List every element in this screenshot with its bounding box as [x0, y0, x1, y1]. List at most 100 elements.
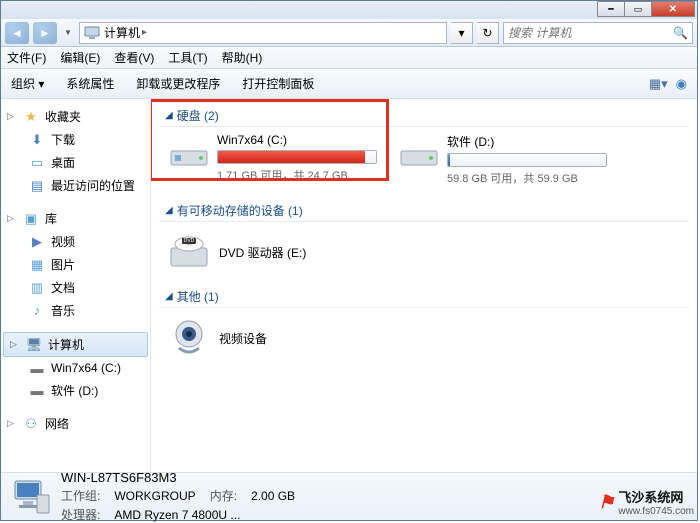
nav-history-dropdown[interactable]: ▼: [61, 22, 75, 44]
forward-button[interactable]: ►: [33, 22, 57, 44]
sidebar-item-label: 视频: [51, 233, 75, 250]
search-input[interactable]: [508, 26, 669, 40]
sidebar-item-label: 音乐: [51, 302, 75, 319]
video-device[interactable]: 视频设备: [159, 314, 689, 362]
hard-drive-icon: [399, 133, 439, 173]
webcam-icon: [169, 318, 209, 358]
section-other[interactable]: ◢ 其他 (1): [159, 284, 689, 308]
sidebar-item-recent[interactable]: ▤ 最近访问的位置: [1, 174, 150, 197]
drive-icon: ▬: [29, 383, 45, 399]
watermark-icon: ⚑: [598, 492, 614, 513]
sidebar-item-drive-d[interactable]: ▬ 软件 (D:): [1, 379, 150, 402]
sidebar-libraries[interactable]: ▷ ▣ 库: [1, 207, 150, 230]
address-bar[interactable]: 计算机 ▸: [79, 22, 447, 44]
sidebar-item-label: 桌面: [51, 154, 75, 171]
section-hdd-title: 硬盘 (2): [177, 107, 219, 124]
details-pane: WIN-L87TS6F83M3 工作组: WORKGROUP 内存: 2.00 …: [1, 472, 697, 520]
details-computer-name: WIN-L87TS6F83M3: [61, 470, 295, 485]
drive-name: Win7x64 (C:): [217, 133, 379, 147]
sidebar-favorites-label: 收藏夹: [45, 108, 81, 125]
control-panel-button[interactable]: 打开控制面板: [242, 75, 314, 92]
sidebar: ▷ ★ 收藏夹 ⬇ 下载 ▭ 桌面 ▤ 最近访问的位置: [1, 99, 151, 472]
computer-icon: 🖥: [26, 337, 42, 353]
navbar: ◄ ► ▼ 计算机 ▸ ▾ ↻ 🔍: [1, 19, 697, 47]
video-icon: ▶: [29, 234, 45, 250]
drive-usage-fill: [218, 151, 365, 163]
caret-icon: ▷: [7, 213, 17, 224]
desktop-icon: ▭: [29, 155, 45, 171]
sidebar-item-label: Win7x64 (C:): [51, 361, 121, 375]
details-cpu-label: 处理器:: [61, 506, 100, 523]
section-hdd[interactable]: ◢ 硬盘 (2): [159, 103, 689, 127]
search-icon: 🔍: [673, 26, 688, 40]
minimize-button[interactable]: ━: [597, 1, 625, 17]
drive-c[interactable]: Win7x64 (C:) 1.71 GB 可用，共 24.7 GB: [169, 133, 379, 186]
menu-edit[interactable]: 编辑(E): [60, 49, 100, 66]
sidebar-item-videos[interactable]: ▶ 视频: [1, 230, 150, 253]
download-icon: ⬇: [29, 132, 45, 148]
sidebar-computer-label: 计算机: [48, 336, 84, 353]
drive-free-text: 59.8 GB 可用，共 59.9 GB: [447, 170, 609, 186]
maximize-button[interactable]: ▭: [624, 1, 652, 17]
view-options-icon[interactable]: ▦▾: [649, 76, 668, 92]
sidebar-item-label: 最近访问的位置: [51, 177, 135, 194]
back-button[interactable]: ◄: [5, 22, 29, 44]
watermark-url: www.fs0745.com: [618, 506, 694, 517]
main-content: ◢ 硬盘 (2) Win7x64 (C:) 1.71 GB 可用，共 24.7 …: [151, 99, 697, 472]
network-icon: ⚇: [23, 416, 39, 432]
toolbar: 组织 ▾ 系统属性 卸载或更改程序 打开控制面板 ▦▾ ◉: [1, 69, 697, 99]
details-memory: 2.00 GB: [251, 489, 295, 503]
collapse-icon: ◢: [165, 110, 173, 121]
details-cpu: AMD Ryzen 7 4800U ...: [114, 508, 295, 522]
music-icon: ♪: [29, 303, 45, 319]
titlebar: ━ ▭ ✕: [1, 1, 697, 19]
sidebar-item-music[interactable]: ♪ 音乐: [1, 299, 150, 322]
sidebar-item-drive-c[interactable]: ▬ Win7x64 (C:): [1, 357, 150, 379]
device-name: 视频设备: [219, 330, 267, 347]
dvd-drive[interactable]: DVD DVD 驱动器 (E:): [159, 228, 689, 276]
drive-usage-bar: [217, 150, 377, 164]
recent-icon: ▤: [29, 178, 45, 194]
menu-view[interactable]: 查看(V): [114, 49, 154, 66]
pictures-icon: ▦: [29, 257, 45, 273]
menubar: 文件(F) 编辑(E) 查看(V) 工具(T) 帮助(H): [1, 47, 697, 69]
menu-file[interactable]: 文件(F): [7, 49, 46, 66]
search-box[interactable]: 🔍: [503, 22, 693, 44]
breadcrumb-separator-icon[interactable]: ▸: [140, 27, 149, 38]
svg-text:DVD: DVD: [184, 238, 195, 244]
dvd-drive-icon: DVD: [169, 232, 209, 272]
hard-drive-icon: [169, 133, 209, 173]
section-removable[interactable]: ◢ 有可移动存储的设备 (1): [159, 198, 689, 222]
menu-help[interactable]: 帮助(H): [222, 49, 263, 66]
address-dropdown-button[interactable]: ▾: [451, 22, 473, 44]
caret-icon: ▷: [7, 418, 17, 429]
drive-name: 软件 (D:): [447, 133, 609, 150]
sidebar-item-label: 图片: [51, 256, 75, 273]
collapse-icon: ◢: [165, 205, 173, 216]
libraries-icon: ▣: [23, 211, 39, 227]
details-memory-label: 内存:: [210, 487, 237, 504]
menu-tools[interactable]: 工具(T): [168, 49, 207, 66]
sidebar-network-label: 网络: [45, 415, 69, 432]
sidebar-favorites[interactable]: ▷ ★ 收藏夹: [1, 105, 150, 128]
sidebar-item-documents[interactable]: ▥ 文档: [1, 276, 150, 299]
sidebar-item-pictures[interactable]: ▦ 图片: [1, 253, 150, 276]
sidebar-computer[interactable]: ▷ 🖥 计算机: [3, 332, 148, 357]
close-button[interactable]: ✕: [651, 1, 695, 17]
sidebar-network[interactable]: ▷ ⚇ 网络: [1, 412, 150, 435]
sidebar-item-desktop[interactable]: ▭ 桌面: [1, 151, 150, 174]
caret-icon: ▷: [7, 111, 17, 122]
section-other-title: 其他 (1): [177, 288, 219, 305]
address-location: 计算机: [104, 24, 140, 41]
watermark: ⚑ 飞沙系统网 www.fs0745.com: [598, 487, 694, 517]
refresh-button[interactable]: ↻: [477, 22, 499, 44]
uninstall-button[interactable]: 卸载或更改程序: [136, 75, 220, 92]
help-icon[interactable]: ◉: [676, 76, 687, 92]
details-workgroup: WORKGROUP: [114, 489, 195, 503]
computer-icon: [84, 25, 100, 41]
favorites-icon: ★: [23, 109, 39, 125]
sidebar-item-downloads[interactable]: ⬇ 下载: [1, 128, 150, 151]
organize-button[interactable]: 组织 ▾: [11, 75, 44, 92]
drive-d[interactable]: 软件 (D:) 59.8 GB 可用，共 59.9 GB: [399, 133, 609, 186]
system-properties-button[interactable]: 系统属性: [66, 75, 114, 92]
